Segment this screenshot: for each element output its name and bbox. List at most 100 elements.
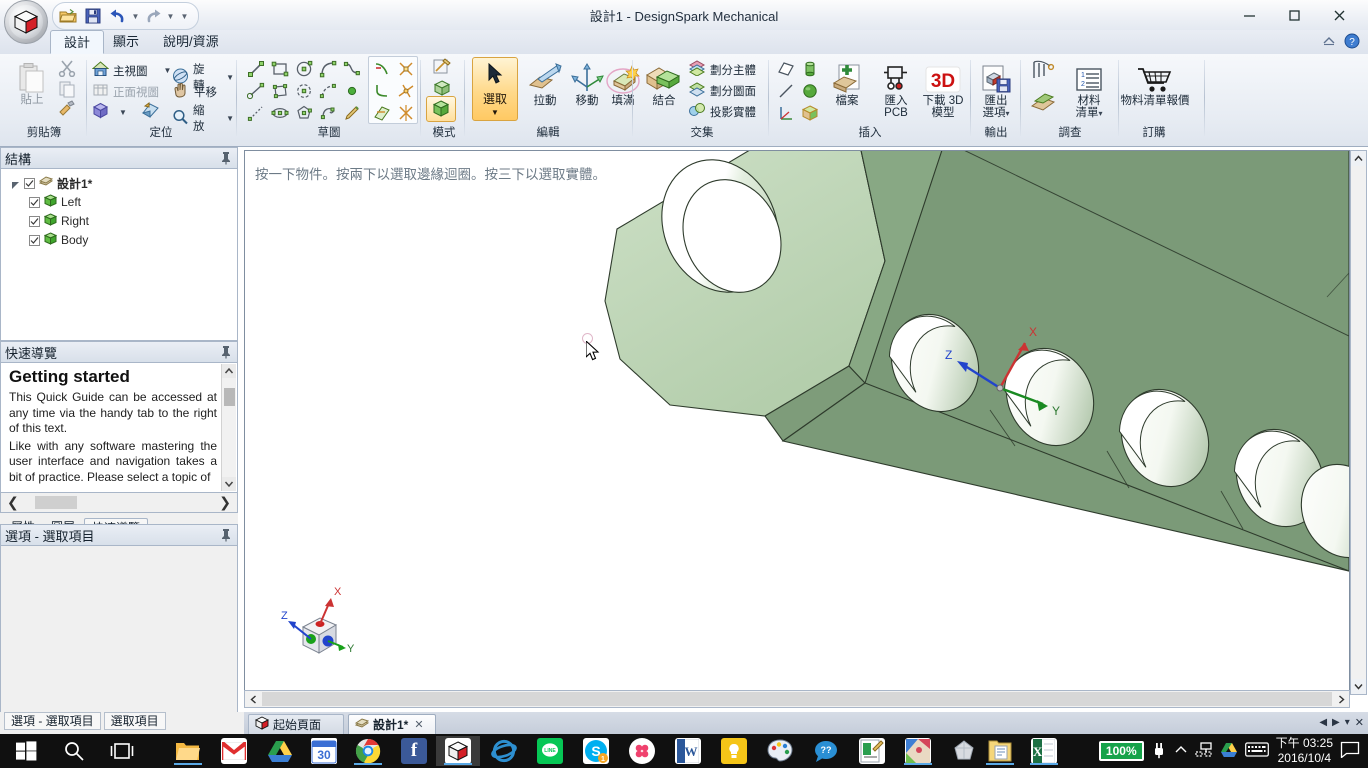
import-pcb-button[interactable]: 匯入 PCB bbox=[874, 61, 918, 119]
insert-cylinder-icon[interactable] bbox=[798, 58, 822, 80]
bom-quote-button[interactable]: 物料清單報價 bbox=[1112, 61, 1198, 108]
skype-icon[interactable]: S1 bbox=[574, 736, 618, 766]
power-plug-icon[interactable] bbox=[1151, 741, 1167, 762]
flickr-icon[interactable] bbox=[620, 736, 664, 766]
bom-caret[interactable]: ▾ bbox=[1098, 109, 1102, 118]
sketch-tool-c[interactable] bbox=[394, 102, 418, 124]
3d-viewport[interactable]: 按一下物件。按兩下以選取邊緣迴圈。按三下以選取實體。 X Y Z X Y Z bbox=[244, 150, 1350, 695]
insert-plane-icon[interactable] bbox=[774, 58, 798, 80]
redo-icon[interactable] bbox=[142, 5, 164, 27]
viewport-scroll-down-icon[interactable] bbox=[1351, 679, 1366, 694]
cut-button[interactable] bbox=[58, 59, 76, 80]
close-button[interactable] bbox=[1317, 2, 1362, 28]
tree-item-design[interactable]: 設計1* bbox=[11, 175, 237, 191]
home-view-caret[interactable]: ▼ bbox=[164, 66, 172, 75]
viewport-hscroll-thumb[interactable] bbox=[262, 692, 1332, 706]
home-view-button[interactable]: 主視圖 ▼ bbox=[91, 61, 172, 80]
zoom-caret[interactable]: ▼ bbox=[226, 114, 234, 123]
doc-nav-list-icon[interactable]: ▾ bbox=[1345, 717, 1350, 728]
view-cube-caret[interactable]: ▼ bbox=[119, 108, 127, 117]
insert-shell-icon[interactable] bbox=[798, 102, 822, 124]
ellipse-sketch-tool[interactable] bbox=[268, 102, 292, 124]
customize-qat-caret[interactable]: ▼ bbox=[181, 5, 189, 27]
help-icon[interactable]: ? bbox=[1344, 33, 1360, 52]
paste-button[interactable]: 貼上 bbox=[10, 60, 54, 107]
google-drive-tray-icon[interactable] bbox=[1220, 742, 1238, 761]
doc-tab-close-icon[interactable]: ✕ bbox=[414, 718, 423, 731]
spline-tool[interactable] bbox=[340, 58, 364, 80]
undo-icon[interactable] bbox=[107, 5, 129, 27]
redo-dropdown-caret[interactable]: ▼ bbox=[167, 5, 175, 27]
tree-checkbox[interactable] bbox=[29, 234, 40, 246]
hscroll-thumb[interactable] bbox=[35, 496, 77, 509]
plane-view-icon[interactable] bbox=[141, 102, 159, 122]
tree-item-body[interactable]: Body bbox=[29, 232, 237, 248]
sketch-tool-b[interactable] bbox=[394, 80, 418, 102]
network-icon[interactable] bbox=[1195, 741, 1213, 761]
search-icon[interactable] bbox=[52, 736, 96, 766]
polygon-tool[interactable] bbox=[268, 80, 292, 102]
combine-button[interactable]: 結合 bbox=[640, 61, 688, 108]
select-caret[interactable]: ▼ bbox=[491, 108, 499, 117]
export-caret[interactable]: ▾ bbox=[1005, 109, 1009, 118]
sticky-notes-icon[interactable] bbox=[712, 736, 756, 766]
rectangle-tool[interactable] bbox=[268, 58, 292, 80]
tree-item-left[interactable]: Left bbox=[29, 194, 237, 210]
arc-tool[interactable] bbox=[316, 58, 340, 80]
paint-icon[interactable] bbox=[758, 736, 802, 766]
tree-item-right[interactable]: Right bbox=[29, 213, 237, 229]
open-folder-icon[interactable] bbox=[57, 5, 79, 27]
internet-explorer-icon[interactable] bbox=[482, 736, 526, 766]
plurk-icon[interactable]: ?? bbox=[804, 736, 848, 766]
save-icon[interactable] bbox=[82, 5, 104, 27]
project-tool[interactable] bbox=[370, 102, 394, 124]
quick-guide-horizontal-scrollbar[interactable]: ❮ ❯ bbox=[0, 493, 238, 513]
polygon-n-tool[interactable] bbox=[292, 102, 316, 124]
expander-icon[interactable] bbox=[11, 179, 20, 189]
format-painter-button[interactable] bbox=[58, 100, 76, 119]
doc-nav-close-icon[interactable]: ✕ bbox=[1355, 716, 1364, 729]
google-calendar-icon[interactable]: 30 bbox=[302, 736, 346, 766]
front-view-button[interactable]: 正面視圖 bbox=[92, 82, 159, 101]
pin-icon[interactable] bbox=[220, 345, 232, 362]
photo-editor-icon[interactable] bbox=[850, 736, 894, 766]
project-solid-button[interactable]: 投影實體 bbox=[688, 102, 756, 121]
sketch-tool-a[interactable] bbox=[394, 58, 418, 80]
collapse-ribbon-icon[interactable] bbox=[1322, 35, 1336, 50]
edit-sketch-tool[interactable] bbox=[340, 102, 364, 124]
battery-status-badge[interactable]: 100% bbox=[1098, 741, 1144, 761]
corner-tool[interactable] bbox=[370, 80, 394, 102]
split-face-button[interactable]: 劃分圖面 bbox=[688, 81, 756, 100]
tab-help-resources[interactable]: 說明/資源 bbox=[150, 30, 232, 54]
show-hidden-icons-icon[interactable] bbox=[1174, 744, 1188, 759]
point-tool[interactable] bbox=[340, 80, 364, 102]
undo-dropdown-caret[interactable]: ▼ bbox=[132, 5, 140, 27]
file-explorer-icon[interactable] bbox=[166, 736, 210, 766]
scroll-up-icon[interactable] bbox=[222, 364, 236, 378]
scroll-thumb[interactable] bbox=[224, 388, 235, 406]
trim-tool[interactable] bbox=[370, 58, 394, 80]
application-menu-button[interactable] bbox=[4, 0, 48, 44]
insert-origin-icon[interactable] bbox=[774, 102, 798, 124]
export-options-button[interactable]: 匯出 選項▾ bbox=[973, 61, 1019, 120]
circle-tool[interactable] bbox=[292, 58, 316, 80]
tree-checkbox[interactable] bbox=[24, 177, 35, 189]
tab-design[interactable]: 設計 bbox=[50, 30, 105, 54]
tree-checkbox[interactable] bbox=[29, 196, 40, 208]
gmail-icon[interactable] bbox=[212, 736, 256, 766]
viewport-horizontal-scrollbar[interactable] bbox=[244, 690, 1350, 708]
construction-line-tool[interactable] bbox=[244, 80, 268, 102]
line-icon[interactable]: LINE bbox=[528, 736, 572, 766]
status-tab-options[interactable]: 選項 - 選取項目 bbox=[4, 712, 101, 730]
pan-button[interactable]: 平移 bbox=[172, 82, 217, 101]
photos-icon[interactable] bbox=[896, 736, 940, 766]
sketch-mode-button[interactable] bbox=[430, 56, 454, 78]
pin-icon[interactable] bbox=[220, 528, 232, 545]
minimize-button[interactable] bbox=[1227, 2, 1272, 28]
insert-file-button[interactable]: 檔案 bbox=[824, 61, 870, 108]
viewport-vertical-scrollbar[interactable] bbox=[1350, 150, 1367, 695]
mass-properties-icon[interactable] bbox=[1028, 88, 1058, 114]
notepad-icon[interactable] bbox=[978, 736, 1022, 766]
status-tab-selection[interactable]: 選取項目 bbox=[103, 712, 166, 730]
insert-sphere-icon[interactable] bbox=[798, 80, 822, 102]
